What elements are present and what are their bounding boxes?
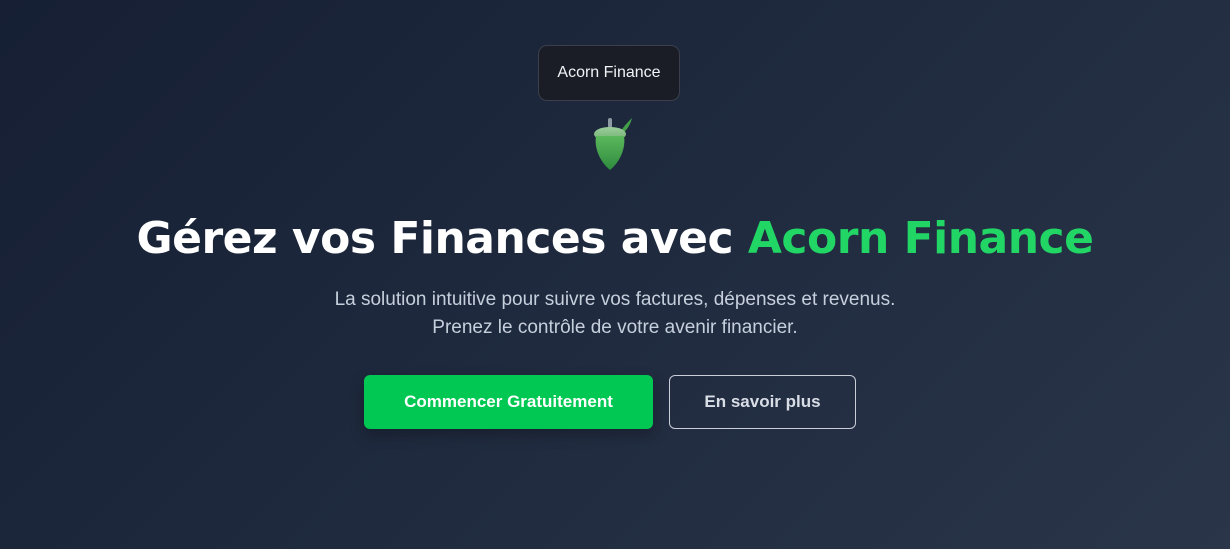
subtitle-line-2: Prenez le contrôle de votre avenir finan… xyxy=(432,317,798,338)
tooltip-text: Acorn Finance xyxy=(557,64,661,81)
acorn-icon[interactable] xyxy=(588,114,634,174)
learn-more-button[interactable]: En savoir plus xyxy=(669,375,856,429)
get-started-button[interactable]: Commencer Gratuitement xyxy=(364,375,653,429)
subtitle-line-1: La solution intuitive pour suivre vos fa… xyxy=(334,289,896,310)
logo-tooltip: Acorn Finance xyxy=(538,45,680,101)
hero-section: Acorn Finance Gérez vos Finances avec Ac… xyxy=(0,0,1230,549)
hero-title: Gérez vos Finances avec Acorn Finance xyxy=(0,208,1230,270)
hero-title-main: Gérez vos Finances avec xyxy=(136,213,748,264)
hero-title-accent: Acorn Finance xyxy=(747,213,1094,264)
hero-subtitle: La solution intuitive pour suivre vos fa… xyxy=(0,286,1230,342)
